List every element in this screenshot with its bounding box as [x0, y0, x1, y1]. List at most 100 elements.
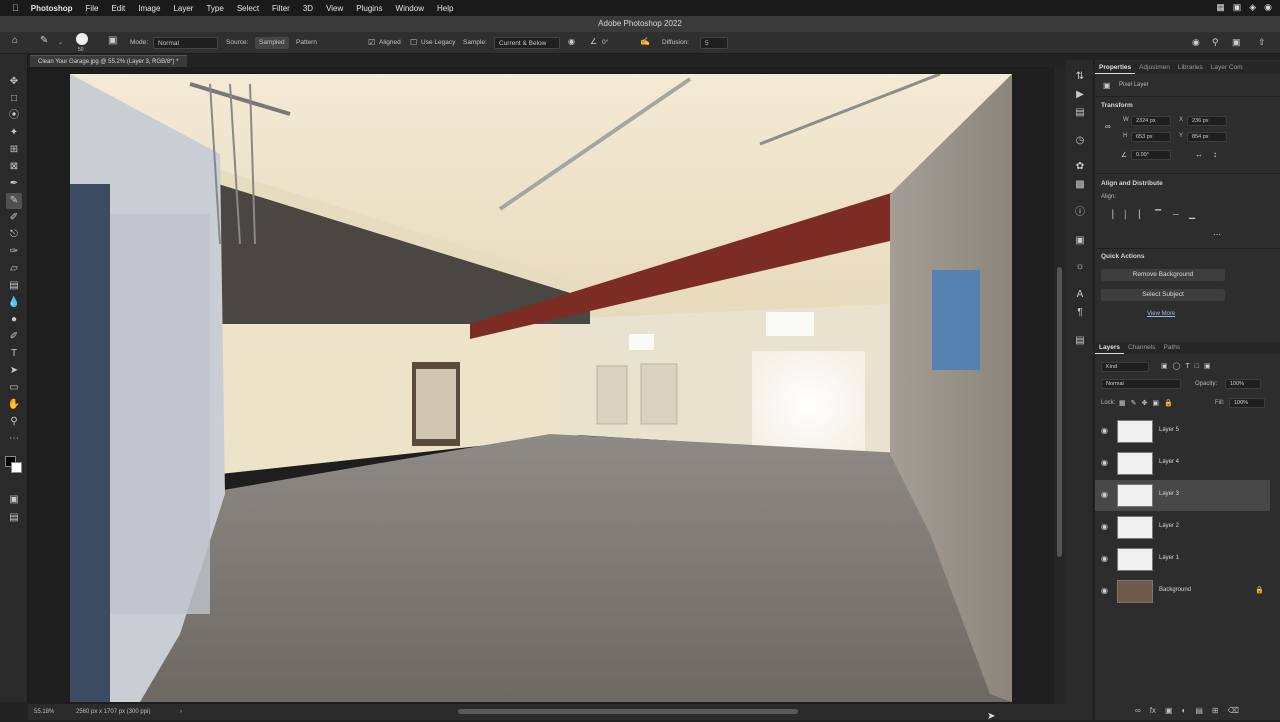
libraries-icon[interactable]: ▤	[1073, 334, 1087, 348]
paragraph-icon[interactable]: ¶	[1073, 306, 1087, 320]
menu-type[interactable]: Type	[206, 4, 223, 13]
link-icon[interactable]: ∞	[1105, 122, 1111, 131]
crop-tool-icon[interactable]: ⊞	[6, 142, 22, 158]
arrange-icon[interactable]: ⇅	[1073, 70, 1087, 84]
gradient-tool-icon[interactable]: ▤	[6, 278, 22, 294]
align-right-icon[interactable]: ▏	[1139, 210, 1145, 219]
quick-actions-title[interactable]: Quick Actions	[1101, 253, 1144, 260]
pressure-icon[interactable]: ✍	[640, 36, 650, 48]
layer-row[interactable]: ◉ Background 🔒	[1095, 576, 1270, 607]
control-center-icon[interactable]: ▦	[1216, 2, 1225, 13]
eye-icon[interactable]: ◉	[1101, 490, 1108, 499]
info-icon[interactable]: ⓘ	[1073, 206, 1087, 220]
pattern-button[interactable]: Pattern	[296, 37, 317, 49]
tab-paths[interactable]: Paths	[1159, 342, 1184, 354]
eyedropper-tool-icon[interactable]: ✒	[6, 176, 22, 192]
remove-background-button[interactable]: Remove Background	[1101, 269, 1225, 281]
horizontal-scrollbar-thumb[interactable]	[458, 709, 798, 714]
brush-tool-icon[interactable]: ✐	[6, 210, 22, 226]
new-layer-icon[interactable]: ⊞	[1212, 706, 1219, 715]
lock-icon[interactable]: 🔒	[1255, 586, 1264, 594]
align-bottom-icon[interactable]: ▁	[1189, 210, 1195, 219]
clone-source-icon[interactable]: ▣	[108, 35, 117, 47]
eye-icon[interactable]: ◉	[1101, 458, 1108, 467]
share-icon[interactable]: ⇧	[1258, 36, 1266, 48]
menu-plugins[interactable]: Plugins	[356, 4, 382, 13]
tab-layers[interactable]: Layers	[1095, 342, 1124, 354]
home-icon[interactable]: ⌂	[12, 35, 18, 47]
vertical-scrollbar-thumb[interactable]	[1057, 267, 1062, 557]
align-title[interactable]: Align and Distribute	[1101, 180, 1163, 187]
menu-layer[interactable]: Layer	[173, 4, 193, 13]
vertical-scrollbar[interactable]	[1054, 67, 1066, 704]
clone-stamp-tool-icon[interactable]: ⎋	[6, 227, 22, 243]
learn-icon[interactable]: ▣	[1073, 234, 1087, 248]
color-icon[interactable]: ✿	[1073, 160, 1087, 174]
comment-icon[interactable]: ▤	[1073, 106, 1087, 120]
wifi-icon[interactable]: ◈	[1249, 2, 1256, 13]
character-icon[interactable]: A	[1073, 288, 1087, 302]
menu-help[interactable]: Help	[437, 4, 453, 13]
quick-mask-icon[interactable]: ▣	[6, 492, 22, 508]
rectangle-tool-icon[interactable]: ▭	[6, 380, 22, 396]
transform-title[interactable]: Transform	[1101, 102, 1133, 109]
menu-window[interactable]: Window	[396, 4, 424, 13]
align-center-h-icon[interactable]: │	[1123, 210, 1128, 219]
layer-row[interactable]: ◉ Layer 4	[1095, 448, 1270, 479]
menu-photoshop[interactable]: Photoshop	[31, 4, 73, 13]
quick-select-tool-icon[interactable]: ✦	[6, 125, 22, 141]
zoom-level[interactable]: 55.18%	[34, 704, 54, 720]
chevron-down-icon[interactable]: ⌄	[58, 37, 63, 49]
width-field[interactable]: 2324 px	[1131, 116, 1171, 126]
eye-icon[interactable]: ◉	[1101, 426, 1108, 435]
zoom-tool-icon[interactable]: ⚲	[6, 414, 22, 430]
tab-layer-comps[interactable]: Layer Com	[1207, 62, 1247, 74]
screen-mode-icon[interactable]: ▤	[6, 510, 22, 526]
flip-vertical-icon[interactable]: ↕	[1213, 150, 1217, 159]
status-arrow-icon[interactable]: ›	[180, 704, 182, 720]
apple-icon[interactable]: 	[12, 3, 19, 13]
view-more-link[interactable]: View More	[1147, 311, 1175, 317]
layer-row-selected[interactable]: ◉ Layer 3	[1095, 480, 1270, 511]
adjustment-layer-icon[interactable]: ◐	[1182, 706, 1187, 715]
more-options-icon[interactable]: ⋯	[1213, 230, 1221, 239]
add-mask-icon[interactable]: ▣	[1165, 706, 1173, 715]
display-icon[interactable]: ▣	[1233, 2, 1242, 13]
sample-select[interactable]: Current & Below	[494, 37, 560, 49]
flip-horizontal-icon[interactable]: ↔	[1195, 150, 1203, 159]
cloud-docs-icon[interactable]: ◉	[1192, 36, 1200, 48]
eye-icon[interactable]: ◉	[1101, 522, 1108, 531]
eye-icon[interactable]: ◉	[1101, 586, 1108, 595]
history-brush-tool-icon[interactable]: ✑	[6, 244, 22, 260]
garage-photo[interactable]	[70, 74, 1012, 702]
search-icon[interactable]: ⚲	[1212, 36, 1219, 48]
tab-channels[interactable]: Channels	[1124, 342, 1159, 354]
frame-tool-icon[interactable]: ⊠	[6, 159, 22, 175]
eye-icon[interactable]: ◉	[1101, 554, 1108, 563]
background-color-swatch[interactable]	[11, 462, 22, 473]
angle-value[interactable]: 0°	[602, 37, 608, 49]
history-icon[interactable]: ◷	[1073, 134, 1087, 148]
aligned-checkbox[interactable]: ☑	[368, 37, 375, 49]
hand-tool-icon[interactable]: ✋	[6, 397, 22, 413]
mode-select[interactable]: Normal	[153, 37, 218, 49]
tab-libraries[interactable]: Libraries	[1174, 62, 1207, 74]
menu-edit[interactable]: Edit	[111, 4, 125, 13]
menu-file[interactable]: File	[86, 4, 99, 13]
dodge-tool-icon[interactable]: ●	[6, 312, 22, 328]
lasso-tool-icon[interactable]: ⦿	[6, 108, 22, 124]
layer-filter-select[interactable]: Kind	[1101, 362, 1149, 372]
path-select-tool-icon[interactable]: ➤	[6, 363, 22, 379]
document-tab[interactable]: Clean Your Garage.jpg @ 55.2% (Layer 3, …	[30, 55, 187, 67]
layer-row[interactable]: ◉ Layer 2	[1095, 512, 1270, 543]
type-tool-icon[interactable]: T	[6, 346, 22, 362]
adjustments-icon[interactable]: ☼	[1073, 260, 1087, 274]
pen-tool-icon[interactable]: ✐	[6, 329, 22, 345]
blur-tool-icon[interactable]: 💧	[6, 295, 22, 311]
fx-icon[interactable]: fx	[1150, 706, 1156, 715]
marquee-tool-icon[interactable]: □	[6, 91, 22, 107]
use-legacy-checkbox[interactable]: ☐	[410, 37, 417, 49]
blend-mode-select[interactable]: Normal	[1101, 379, 1181, 389]
workspace-icon[interactable]: ▣	[1232, 36, 1241, 48]
user-icon[interactable]: ◉	[1264, 2, 1272, 13]
